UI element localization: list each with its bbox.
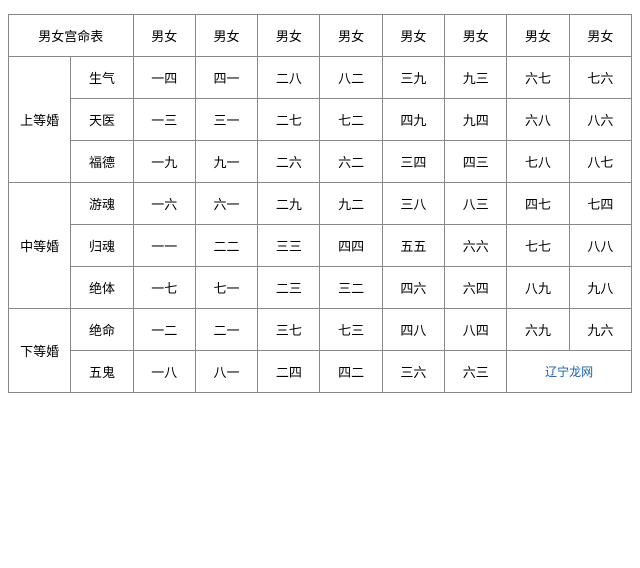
data-cell: 四九 (382, 99, 444, 141)
data-cell: 三二 (320, 267, 382, 309)
header-col-8: 男女 (569, 15, 631, 57)
header-col-1: 男女 (133, 15, 195, 57)
row-name: 游魂 (71, 183, 133, 225)
row-name: 归魂 (71, 225, 133, 267)
header-col-3: 男女 (258, 15, 320, 57)
data-cell: 二八 (258, 57, 320, 99)
data-cell: 三八 (382, 183, 444, 225)
row-name: 五鬼 (71, 351, 133, 393)
data-cell: 八七 (569, 141, 631, 183)
data-cell: 八四 (445, 309, 507, 351)
table-row: 归魂一一二二三三四四五五六六七七八八 (9, 225, 632, 267)
data-cell: 四八 (382, 309, 444, 351)
watermark-text: 辽宁龙网 (545, 365, 593, 379)
header-col-4: 男女 (320, 15, 382, 57)
data-cell: 三一 (195, 99, 257, 141)
data-cell: 二三 (258, 267, 320, 309)
data-cell: 二七 (258, 99, 320, 141)
data-cell: 九二 (320, 183, 382, 225)
data-cell: 二六 (258, 141, 320, 183)
grade-cell: 下等婚 (9, 309, 71, 393)
grade-cell: 上等婚 (9, 57, 71, 183)
data-cell: 一八 (133, 351, 195, 393)
data-cell: 四二 (320, 351, 382, 393)
data-cell: 二二 (195, 225, 257, 267)
data-cell: 五五 (382, 225, 444, 267)
data-cell: 八三 (445, 183, 507, 225)
data-cell: 一一 (133, 225, 195, 267)
table-row: 五鬼一八八一二四四二三六六三 辽宁龙网 (9, 351, 632, 393)
data-cell: 一六 (133, 183, 195, 225)
header-col-7: 男女 (507, 15, 569, 57)
data-cell: 八九 (507, 267, 569, 309)
row-name: 福德 (71, 141, 133, 183)
row-name: 绝命 (71, 309, 133, 351)
data-cell: 二九 (258, 183, 320, 225)
data-cell: 三四 (382, 141, 444, 183)
main-table: 男女宫命表男女男女男女男女男女男女男女男女上等婚生气一四四一二八八二三九九三六七… (8, 14, 632, 393)
data-cell: 一四 (133, 57, 195, 99)
data-cell: 六四 (445, 267, 507, 309)
data-cell: 六九 (507, 309, 569, 351)
data-cell: 八一 (195, 351, 257, 393)
header-col-6: 男女 (445, 15, 507, 57)
data-cell: 八八 (569, 225, 631, 267)
data-cell: 九八 (569, 267, 631, 309)
row-name: 天医 (71, 99, 133, 141)
data-cell: 三九 (382, 57, 444, 99)
data-cell: 一七 (133, 267, 195, 309)
data-cell: 六七 (507, 57, 569, 99)
data-cell: 辽宁龙网 (507, 351, 632, 393)
data-cell: 二四 (258, 351, 320, 393)
data-cell: 九六 (569, 309, 631, 351)
row-name: 绝体 (71, 267, 133, 309)
data-cell: 六二 (320, 141, 382, 183)
data-cell: 七六 (569, 57, 631, 99)
header-col-5: 男女 (382, 15, 444, 57)
data-cell: 六八 (507, 99, 569, 141)
data-cell: 四一 (195, 57, 257, 99)
data-cell: 一三 (133, 99, 195, 141)
data-cell: 六一 (195, 183, 257, 225)
data-cell: 四六 (382, 267, 444, 309)
table-row: 中等婚游魂一六六一二九九二三八八三四七七四 (9, 183, 632, 225)
data-cell: 九一 (195, 141, 257, 183)
data-cell: 七七 (507, 225, 569, 267)
data-cell: 八二 (320, 57, 382, 99)
data-cell: 七三 (320, 309, 382, 351)
table-row: 天医一三三一二七七二四九九四六八八六 (9, 99, 632, 141)
data-cell: 一二 (133, 309, 195, 351)
data-cell: 六六 (445, 225, 507, 267)
data-cell: 七二 (320, 99, 382, 141)
data-cell: 四七 (507, 183, 569, 225)
data-cell: 九四 (445, 99, 507, 141)
grade-cell: 中等婚 (9, 183, 71, 309)
data-cell: 七一 (195, 267, 257, 309)
data-cell: 九三 (445, 57, 507, 99)
data-cell: 一九 (133, 141, 195, 183)
data-cell: 三六 (382, 351, 444, 393)
table-row: 下等婚绝命一二二一三七七三四八八四六九九六 (9, 309, 632, 351)
data-cell: 四四 (320, 225, 382, 267)
row-name: 生气 (71, 57, 133, 99)
data-cell: 八六 (569, 99, 631, 141)
table-row: 福德一九九一二六六二三四四三七八八七 (9, 141, 632, 183)
data-cell: 三三 (258, 225, 320, 267)
data-cell: 四三 (445, 141, 507, 183)
header-col0: 男女宫命表 (9, 15, 134, 57)
data-cell: 七八 (507, 141, 569, 183)
table-row: 绝体一七七一二三三二四六六四八九九八 (9, 267, 632, 309)
header-col-2: 男女 (195, 15, 257, 57)
data-cell: 六三 (445, 351, 507, 393)
data-cell: 二一 (195, 309, 257, 351)
table-row: 上等婚生气一四四一二八八二三九九三六七七六 (9, 57, 632, 99)
data-cell: 三七 (258, 309, 320, 351)
data-cell: 七四 (569, 183, 631, 225)
